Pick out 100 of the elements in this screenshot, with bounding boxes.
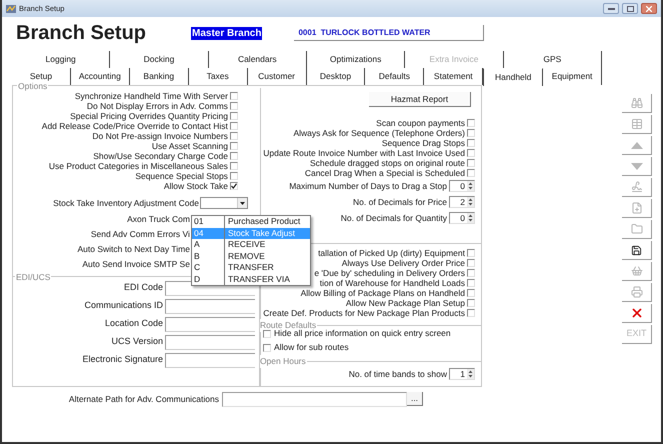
option-label: Sequence Drag Stops <box>382 138 465 148</box>
tab[interactable]: Logging <box>12 51 110 68</box>
checkbox[interactable] <box>467 139 475 147</box>
field-label: Alternate Path for Adv. Communications <box>68 392 220 406</box>
browse-button[interactable]: ... <box>407 392 423 406</box>
folder-icon <box>630 223 642 235</box>
checkbox[interactable] <box>230 172 238 180</box>
checkbox[interactable] <box>467 269 475 277</box>
checkbox[interactable] <box>230 152 238 160</box>
input-field[interactable] <box>165 352 255 368</box>
minimize-icon <box>608 8 614 10</box>
signature-icon <box>630 181 642 193</box>
checkbox[interactable] <box>262 344 271 352</box>
option-label: tion of Warehouse for Handheld Loads <box>320 278 465 288</box>
checkbox[interactable] <box>467 289 475 297</box>
checkbox[interactable] <box>230 102 238 110</box>
number-spinner[interactable]: 2 <box>449 196 475 208</box>
checkbox[interactable] <box>467 249 475 257</box>
option-label: Auto Switch to Next Day Time <box>78 243 190 256</box>
tab[interactable]: Docking <box>110 51 209 68</box>
option-label: Special Pricing Overrides Quantity Pricing <box>70 112 228 120</box>
group-legend: EDI/UCS <box>16 272 50 282</box>
tab[interactable]: Optimizations <box>306 51 406 68</box>
number-spinner[interactable]: 1 <box>449 368 475 380</box>
hazmat-report-button[interactable]: Hazmat Report <box>369 92 471 107</box>
checkbox[interactable] <box>467 309 475 317</box>
path-input-field[interactable] <box>222 392 407 406</box>
option-label: Hide all price information on quick entry screen <box>274 328 451 340</box>
branch-field[interactable]: 0001 TURLOCK BOTTLED WATER <box>294 25 484 41</box>
option-label: Do Not Display Errors in Adv. Comms <box>86 102 228 110</box>
checkbox[interactable] <box>230 162 238 170</box>
caret-icon <box>240 202 245 204</box>
down-triangle-icon <box>630 162 642 170</box>
input-field[interactable] <box>165 316 255 332</box>
option-label: Allow New Package Plan Setup <box>346 298 465 308</box>
group-legend: Options <box>18 81 48 91</box>
input-field[interactable] <box>165 298 255 314</box>
adjustment-code-dropdown[interactable] <box>200 197 248 209</box>
checkbox[interactable] <box>467 169 475 177</box>
input-field[interactable] <box>165 334 255 350</box>
tab[interactable]: Customer <box>248 68 307 85</box>
toolbar-button[interactable] <box>622 241 652 260</box>
option-label: Update Route Invoice Number with Last Invoice Used <box>263 148 465 158</box>
dropdown-item[interactable]: D TRANSFER VIA <box>192 274 310 285</box>
up-triangle-icon <box>630 142 642 148</box>
dropdown-item[interactable]: B REMOVE <box>192 250 310 262</box>
option-label: Allow for sub routes <box>274 341 349 354</box>
tab[interactable]: Accounting <box>70 68 130 85</box>
number-spinner[interactable]: 0 <box>449 212 475 224</box>
option-label: e 'Due by' scheduling in Delivery Orders <box>314 268 465 278</box>
checkbox[interactable] <box>467 129 475 137</box>
field-label: EDI Code <box>122 281 164 294</box>
tab[interactable]: Desktop <box>306 68 366 85</box>
option-label: No. of Decimals for Quantity <box>340 212 447 224</box>
spin-arrows-icon <box>467 369 474 379</box>
field-label: Communications ID <box>83 299 164 312</box>
option-label: Always Use Delivery Order Price <box>342 258 465 268</box>
checkbox[interactable] <box>230 182 238 190</box>
tab[interactable]: Handheld <box>483 68 544 86</box>
option-label: Sequence Special Stops <box>135 172 228 180</box>
option-label: Maximum Number of Days to Drag a Stop <box>289 180 447 192</box>
checkmark-icon <box>230 183 237 189</box>
spin-arrows-icon <box>467 213 474 223</box>
checkbox[interactable] <box>467 299 475 307</box>
tab[interactable]: Calendars <box>208 51 307 68</box>
branch-label: Master Branch <box>191 26 262 40</box>
maximize-icon <box>626 6 634 12</box>
checkbox[interactable] <box>467 259 475 267</box>
minimize-button[interactable] <box>603 3 619 14</box>
close-button[interactable] <box>641 3 657 14</box>
checkbox[interactable] <box>467 119 475 127</box>
checkbox[interactable] <box>230 132 238 140</box>
checkbox[interactable] <box>467 279 475 287</box>
option-label: Send Adv Comm Errors Vi <box>90 228 190 241</box>
checkbox[interactable] <box>230 122 238 130</box>
close-icon <box>646 6 652 12</box>
option-label: Stock Take Inventory Adjustment Code <box>53 196 199 210</box>
option-label: tallation of Picked Up (dirty) Equipment <box>318 248 465 258</box>
tab[interactable]: Defaults <box>365 68 424 85</box>
close-icon <box>630 306 644 320</box>
option-label: No. of Decimals for Price <box>353 196 447 208</box>
maximize-button[interactable] <box>622 3 638 14</box>
checkbox[interactable] <box>467 159 475 167</box>
option-label: Do Not Pre-assign Invoice Numbers <box>92 132 228 140</box>
tab[interactable]: Equipment <box>543 68 602 85</box>
tab[interactable]: Banking <box>130 68 189 85</box>
checkbox[interactable] <box>230 92 238 100</box>
checkbox[interactable] <box>230 142 238 150</box>
option-label: Axon Truck Com <box>127 213 190 226</box>
option-label: Synchronize Handheld Time With Server <box>74 92 228 100</box>
checkbox[interactable] <box>467 149 475 157</box>
dropdown-item[interactable]: C TRANSFER <box>192 262 310 274</box>
option-label: Allow Stock Take <box>164 182 228 190</box>
number-spinner[interactable]: 0 <box>449 180 475 192</box>
checkbox[interactable] <box>230 112 238 120</box>
group-legend: Route Defaults <box>260 320 316 330</box>
tab[interactable]: Taxes <box>188 68 248 85</box>
printer-icon <box>630 286 642 298</box>
dropdown-item[interactable]: A RECEIVE <box>192 239 310 250</box>
option-label: Always Ask for Sequence (Telephone Orders) <box>293 128 465 138</box>
